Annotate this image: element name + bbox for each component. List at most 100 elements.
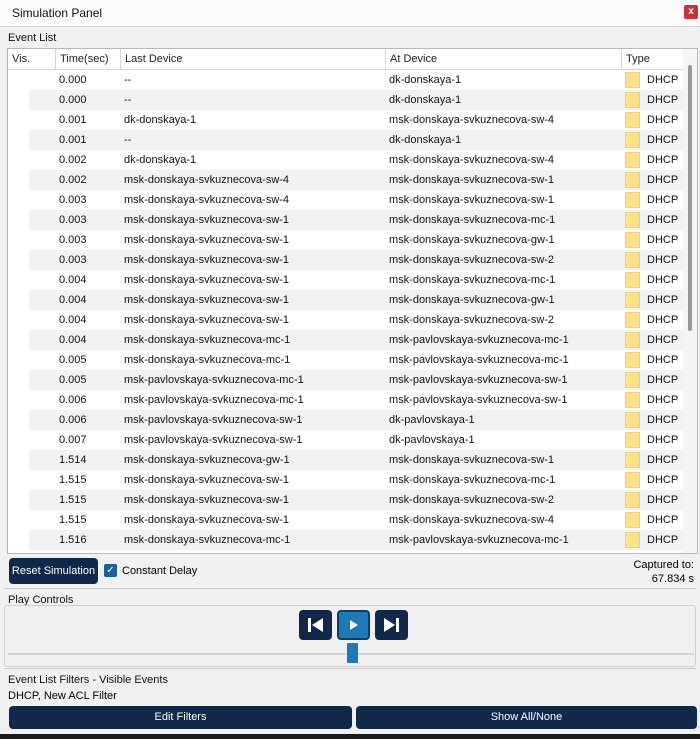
table-row[interactable]: 0.000 -- dk-donskaya-1 DHCP	[8, 70, 683, 90]
table-row[interactable]: 0.007 msk-pavlovskaya-svkuznecova-sw-1 dk-…	[8, 430, 683, 450]
type-color-swatch	[625, 272, 640, 288]
skip-back-button[interactable]	[299, 610, 332, 640]
table-row[interactable]: 0.006 msk-pavlovskaya-svkuznecova-mc-1 msk…	[8, 390, 683, 410]
cell-time: 0.003	[59, 194, 87, 206]
edit-filters-button[interactable]: Edit Filters	[9, 706, 352, 729]
col-vis[interactable]: Vis.	[8, 49, 56, 70]
col-type[interactable]: Type	[622, 49, 683, 70]
cell-at-device: msk-donskaya-svkuznecova-sw-1	[389, 194, 555, 206]
cell-last-device: msk-donskaya-svkuznecova-sw-4	[124, 174, 290, 186]
close-button[interactable]: x	[684, 5, 698, 19]
table-row[interactable]: 0.001 -- dk-donskaya-1 DHCP	[8, 130, 683, 150]
table-row[interactable]: 0.003 msk-donskaya-svkuznecova-sw-1 msk-do…	[8, 230, 683, 250]
table-row[interactable]: 0.004 msk-donskaya-svkuznecova-sw-1 msk-do…	[8, 270, 683, 290]
table-row[interactable]: 0.003 msk-donskaya-svkuznecova-sw-1 msk-do…	[8, 250, 683, 270]
cell-at-device: msk-donskaya-svkuznecova-sw-2	[389, 494, 555, 506]
table-row[interactable]: 0.004 msk-donskaya-svkuznecova-mc-1 msk-pa…	[8, 330, 683, 350]
event-list-label: Event List	[8, 32, 57, 44]
table-row[interactable]: 1.516 msk-donskaya-svkuznecova-mc-1 msk-pa…	[8, 530, 683, 550]
speed-slider-thumb[interactable]	[347, 643, 358, 663]
table-row[interactable]: 0.005 msk-pavlovskaya-svkuznecova-mc-1 msk…	[8, 370, 683, 390]
table-row[interactable]: 1.515 msk-donskaya-svkuznecova-sw-1 msk-do…	[8, 490, 683, 510]
bottom-edge	[0, 734, 700, 739]
table-row[interactable]: 0.004 msk-donskaya-svkuznecova-sw-1 msk-do…	[8, 290, 683, 310]
cell-type: DHCP	[647, 214, 679, 226]
table-row[interactable]: 0.001 dk-donskaya-1 msk-donskaya-svkuzneco…	[8, 110, 683, 130]
cell-time: 0.003	[59, 254, 87, 266]
constant-delay-checkbox[interactable]: ✓	[104, 564, 117, 577]
cell-time: 1.516	[59, 534, 87, 546]
type-color-swatch	[625, 332, 640, 348]
cell-last-device: msk-pavlovskaya-svkuznecova-sw-1	[124, 434, 303, 446]
cell-at-device: dk-donskaya-1	[389, 134, 462, 146]
type-color-swatch	[625, 252, 640, 268]
table-row[interactable]: 0.005 msk-donskaya-svkuznecova-mc-1 msk-pa…	[8, 350, 683, 370]
col-last-device[interactable]: Last Device	[121, 49, 386, 70]
table-row[interactable]: 1.515 msk-donskaya-svkuznecova-sw-1 msk-do…	[8, 470, 683, 490]
cell-last-device: msk-pavlovskaya-svkuznecova-mc-1	[124, 394, 304, 406]
table-row[interactable]: 0.003 msk-donskaya-svkuznecova-sw-1 msk-do…	[8, 210, 683, 230]
cell-time: 1.514	[59, 454, 87, 466]
table-row[interactable]: 0.006 msk-pavlovskaya-svkuznecova-sw-1 dk-…	[8, 410, 683, 430]
cell-at-device: msk-donskaya-svkuznecova-sw-1	[389, 454, 555, 466]
table-row[interactable]: 0.004 msk-donskaya-svkuznecova-sw-1 msk-do…	[8, 310, 683, 330]
table-row[interactable]: 0.000 -- dk-donskaya-1 DHCP	[8, 90, 683, 110]
cell-time: 1.515	[59, 514, 87, 526]
cell-type: DHCP	[647, 274, 679, 286]
type-color-swatch	[625, 472, 640, 488]
reset-simulation-button[interactable]: Reset Simulation	[9, 558, 98, 584]
visible-events-text: DHCP, New ACL Filter	[8, 690, 117, 702]
cell-at-device: msk-donskaya-svkuznecova-sw-4	[389, 154, 555, 166]
cell-time: 0.000	[59, 94, 87, 106]
table-row[interactable]: 1.515 msk-donskaya-svkuznecova-sw-1 msk-do…	[8, 510, 683, 530]
cell-last-device: --	[124, 94, 132, 106]
table-row[interactable]: 0.002 msk-donskaya-svkuznecova-sw-4 msk-do…	[8, 170, 683, 190]
event-list-table: Vis. Time(sec) Last Device At Device Typ…	[7, 48, 698, 554]
cell-time: 0.004	[59, 334, 87, 346]
title-bar: Simulation Panel x	[0, 0, 700, 27]
cell-time: 1.515	[59, 474, 87, 486]
cell-at-device: msk-donskaya-svkuznecova-gw-1	[389, 234, 555, 246]
cell-at-device: msk-donskaya-svkuznecova-sw-2	[389, 254, 555, 266]
cell-type: DHCP	[647, 474, 679, 486]
cell-type: DHCP	[647, 254, 679, 266]
cell-at-device: msk-donskaya-svkuznecova-sw-4	[389, 514, 555, 526]
cell-at-device: msk-donskaya-svkuznecova-mc-1	[389, 474, 556, 486]
type-color-swatch	[625, 152, 640, 168]
table-row[interactable]: 1.514 msk-donskaya-svkuznecova-gw-1 msk-do…	[8, 450, 683, 470]
type-color-swatch	[625, 492, 640, 508]
cell-at-device: dk-pavlovskaya-1	[389, 414, 475, 426]
cell-time: 0.001	[59, 134, 87, 146]
cell-last-device: msk-donskaya-svkuznecova-sw-1	[124, 234, 290, 246]
cell-type: DHCP	[647, 414, 679, 426]
cell-at-device: msk-pavlovskaya-svkuznecova-mc-1	[389, 354, 569, 366]
cell-at-device: msk-pavlovskaya-svkuznecova-mc-1	[389, 334, 569, 346]
cell-last-device: msk-donskaya-svkuznecova-mc-1	[124, 354, 291, 366]
cell-type: DHCP	[647, 134, 679, 146]
captured-to-label: Captured to:	[633, 559, 694, 571]
cell-type: DHCP	[647, 314, 679, 326]
cell-at-device: msk-donskaya-svkuznecova-sw-4	[389, 114, 555, 126]
type-color-swatch	[625, 512, 640, 528]
cell-type: DHCP	[647, 534, 679, 546]
cell-time: 0.001	[59, 114, 87, 126]
col-at-device[interactable]: At Device	[386, 49, 622, 70]
table-row[interactable]: 0.002 dk-donskaya-1 msk-donskaya-svkuzneco…	[8, 150, 683, 170]
show-all-none-button[interactable]: Show All/None	[356, 706, 697, 729]
table-row[interactable]: 0.003 msk-donskaya-svkuznecova-sw-4 msk-do…	[8, 190, 683, 210]
play-button[interactable]	[337, 610, 370, 640]
col-time[interactable]: Time(sec)	[56, 49, 121, 70]
vertical-scrollbar[interactable]	[683, 49, 697, 553]
cell-last-device: msk-donskaya-svkuznecova-sw-1	[124, 294, 290, 306]
cell-last-device: msk-donskaya-svkuznecova-sw-1	[124, 494, 290, 506]
cell-time: 0.003	[59, 214, 87, 226]
cell-last-device: msk-donskaya-svkuznecova-sw-1	[124, 514, 290, 526]
cell-last-device: dk-donskaya-1	[124, 114, 197, 126]
scrollbar-thumb[interactable]	[688, 65, 692, 331]
skip-forward-button[interactable]	[375, 610, 408, 640]
cell-last-device: msk-donskaya-svkuznecova-sw-1	[124, 274, 290, 286]
type-color-swatch	[625, 532, 640, 548]
type-color-swatch	[625, 212, 640, 228]
cell-last-device: --	[124, 134, 132, 146]
cell-last-device: msk-donskaya-svkuznecova-sw-1	[124, 254, 290, 266]
